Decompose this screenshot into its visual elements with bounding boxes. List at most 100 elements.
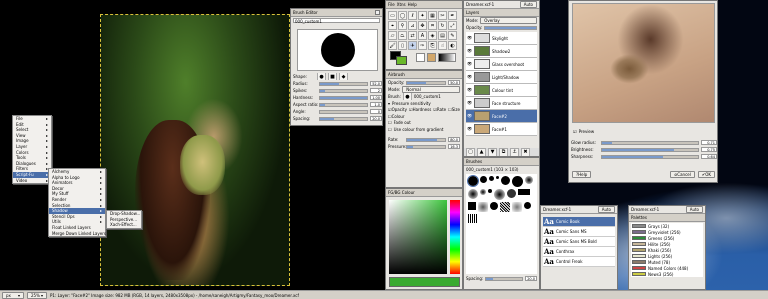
param-slider[interactable]	[601, 147, 699, 152]
brush-item[interactable]	[524, 202, 531, 209]
eye-icon[interactable]: 👁	[467, 101, 472, 105]
brush-item[interactable]	[507, 189, 516, 198]
color-square-picker[interactable]	[389, 200, 447, 274]
param-slider[interactable]	[601, 140, 699, 145]
raise-layer-icon[interactable]: ▲	[477, 148, 486, 156]
text-tool-icon[interactable]: A	[418, 31, 427, 40]
brush-item[interactable]	[501, 176, 510, 185]
eye-icon[interactable]: 👁	[467, 49, 472, 53]
brush-name-field[interactable]: 000_custom1	[293, 18, 380, 24]
param-slider[interactable]	[319, 102, 368, 107]
crop-tool-icon[interactable]: ⌗	[428, 21, 437, 30]
brush-item[interactable]	[518, 189, 530, 195]
unit-select[interactable]: px ▾	[2, 291, 24, 299]
rate-checkbox[interactable]: ☑Rate	[433, 107, 446, 112]
brush-item[interactable]	[468, 202, 476, 210]
layer-row[interactable]: 👁 Light/Shadow	[466, 71, 537, 84]
param-value[interactable]: 0	[370, 109, 382, 114]
font-item[interactable]: Aa Control Freak	[543, 257, 615, 267]
pressure-slider[interactable]	[406, 144, 446, 149]
paths-tool-icon[interactable]: ✒	[448, 11, 457, 20]
brush-item[interactable]	[468, 189, 478, 199]
airbrush-tool-icon[interactable]: ✈	[408, 41, 417, 50]
param-slider[interactable]	[319, 95, 368, 100]
brush-item[interactable]	[480, 176, 487, 183]
opacity-slider[interactable]	[484, 25, 537, 30]
brush-item[interactable]	[488, 189, 492, 193]
zoom-tool-icon[interactable]: ⚲	[398, 21, 407, 30]
eye-icon[interactable]: 👁	[467, 88, 472, 92]
param-value[interactable]: 0.75	[701, 147, 717, 152]
layer-row[interactable]: 👁 Shadow2	[466, 45, 537, 58]
menu-help[interactable]: Help	[408, 2, 417, 7]
param-slider[interactable]	[319, 116, 368, 121]
param-value[interactable]: 20.0	[370, 116, 382, 121]
scale-tool-icon[interactable]: ⤢	[448, 21, 457, 30]
gradient-row[interactable]: ☐ Use colour from gradient	[386, 126, 462, 133]
shear-tool-icon[interactable]: ▱	[388, 31, 397, 40]
rate-slider[interactable]	[406, 137, 446, 142]
param-slider[interactable]	[319, 109, 368, 114]
spacing-slider[interactable]	[485, 276, 523, 281]
bucket-fill-tool-icon[interactable]: ◈	[428, 31, 437, 40]
blend-tool-icon[interactable]: ▤	[438, 31, 447, 40]
brush-item[interactable]	[490, 202, 498, 210]
lasso-tool-icon[interactable]: ℓ	[408, 11, 417, 20]
cancel-button[interactable]: ⊘ Cancel	[669, 171, 695, 178]
ok-button[interactable]: ✔ OK	[697, 171, 715, 178]
layer-row[interactable]: 👁 Face structure	[466, 97, 537, 110]
magic-wand-tool-icon[interactable]: ✦	[418, 11, 427, 20]
measure-tool-icon[interactable]: ⊿	[408, 21, 417, 30]
size-checkbox[interactable]: ☐Size	[448, 107, 460, 112]
rate-value[interactable]: 80.0	[448, 137, 460, 142]
brush-item[interactable]	[512, 176, 523, 187]
lower-layer-icon[interactable]: ▼	[488, 148, 497, 156]
param-value[interactable]: 52.0	[370, 81, 382, 86]
new-layer-icon[interactable]: ▢	[466, 148, 475, 156]
brush-item[interactable]	[494, 189, 505, 200]
pressure-value[interactable]: 16.3	[448, 144, 460, 149]
circle-shape-button[interactable]: ●	[317, 73, 326, 80]
delete-layer-icon[interactable]: ✖	[521, 148, 530, 156]
ink-tool-icon[interactable]: ✑	[418, 41, 427, 50]
hardness-checkbox[interactable]: ☑Hardness	[409, 107, 431, 112]
eye-icon[interactable]: 👁	[467, 75, 472, 79]
auto-button[interactable]: Auto	[685, 206, 703, 213]
rotate-tool-icon[interactable]: ↻	[438, 21, 447, 30]
preview-row[interactable]: ☑ Preview	[573, 129, 594, 134]
font-item[interactable]: Aa Comic Sans MS	[543, 227, 615, 237]
scissors-tool-icon[interactable]: ✂	[438, 11, 447, 20]
fade-row[interactable]: ☐ Fade out	[386, 119, 462, 126]
clone-tool-icon[interactable]: ⎘	[428, 41, 437, 50]
duplicate-layer-icon[interactable]: ⧉	[499, 148, 508, 156]
ellipse-select-tool-icon[interactable]: ◯	[398, 11, 407, 20]
hue-strip[interactable]	[450, 200, 460, 274]
mode-select[interactable]: Overlay	[480, 17, 537, 24]
close-icon[interactable]	[375, 10, 380, 15]
layer-row[interactable]: 👁 Skylight	[466, 32, 537, 45]
opacity-slider[interactable]	[406, 80, 446, 85]
rect-select-tool-icon[interactable]: ▭	[388, 11, 397, 20]
move-tool-icon[interactable]: ✥	[418, 21, 427, 30]
color-picker-tool-icon[interactable]: ⌖	[388, 21, 397, 30]
menu-file[interactable]: File	[388, 2, 395, 7]
param-value[interactable]: 2	[370, 88, 382, 93]
colour-checkbox[interactable]: ☐Colour	[388, 114, 405, 119]
flip-tool-icon[interactable]: ⇄	[408, 31, 417, 40]
font-item-selected[interactable]: Aa Comic Book	[543, 217, 615, 227]
auto-button[interactable]: Auto	[519, 1, 537, 8]
brush-item[interactable]	[480, 189, 486, 195]
brush-item[interactable]	[467, 175, 479, 187]
help-button[interactable]: ? Help	[572, 171, 592, 178]
brush-item[interactable]	[525, 176, 533, 184]
param-slider[interactable]	[319, 81, 368, 86]
param-value[interactable]: 1.00	[370, 95, 382, 100]
eye-icon[interactable]: 👁	[467, 114, 472, 118]
image-selector[interactable]: Dreamer.xcf-1	[631, 207, 684, 212]
opacity-checkbox[interactable]: ☑Opacity	[388, 107, 407, 112]
eraser-tool-icon[interactable]: ▯	[398, 41, 407, 50]
param-slider[interactable]	[601, 154, 699, 159]
brush-item[interactable]	[512, 202, 522, 212]
layer-row[interactable]: 👁 Glass overshoot	[466, 58, 537, 71]
param-slider[interactable]	[319, 88, 368, 93]
